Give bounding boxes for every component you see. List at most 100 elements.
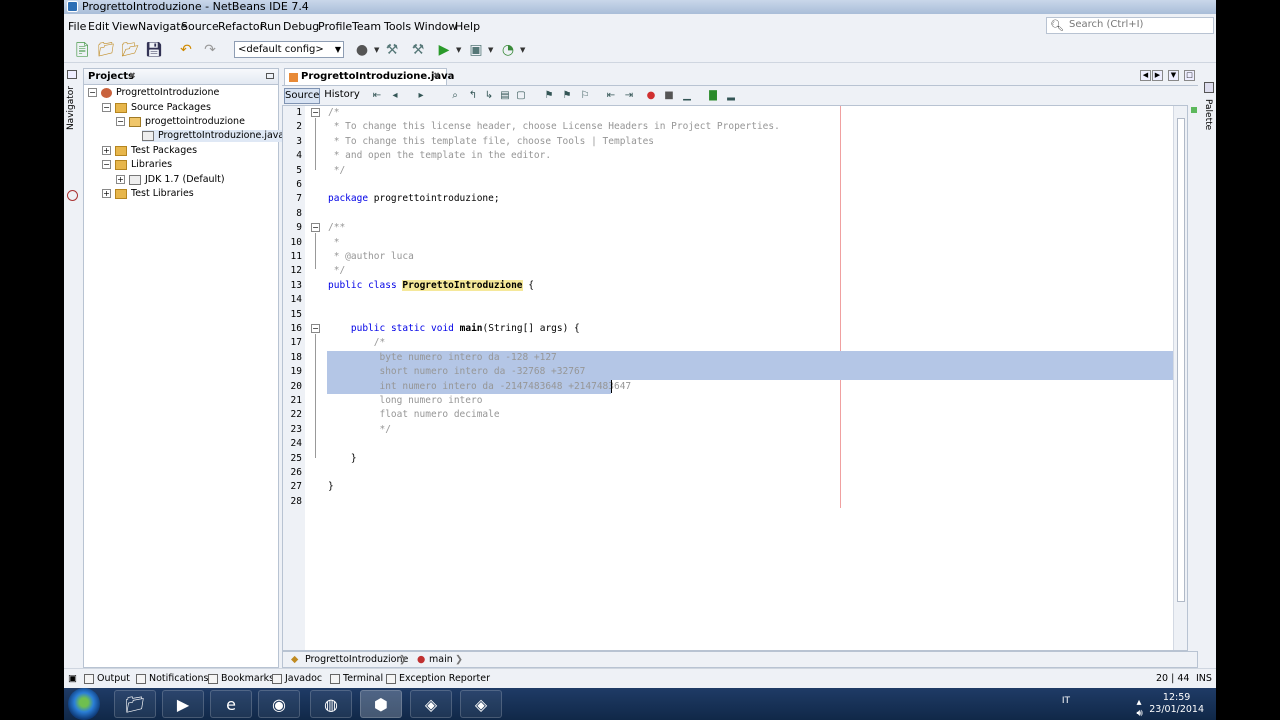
menu-view[interactable]: View bbox=[112, 20, 138, 34]
expand-icon[interactable]: + bbox=[102, 189, 111, 198]
scrollbar-thumb[interactable] bbox=[1177, 118, 1185, 602]
scroll-tabs-left-icon[interactable]: ◀ bbox=[1140, 70, 1151, 81]
expand-icon[interactable]: + bbox=[116, 175, 125, 184]
menu-file[interactable]: File bbox=[68, 20, 86, 34]
menu-debug[interactable]: Debug bbox=[283, 20, 319, 34]
history-button[interactable]: History bbox=[324, 88, 360, 104]
fold-toggle-icon[interactable]: − bbox=[311, 324, 320, 333]
forward-icon[interactable]: ▸ bbox=[414, 89, 428, 103]
fold-toggle-icon[interactable]: − bbox=[311, 108, 320, 117]
breadcrumb-method[interactable]: main bbox=[429, 652, 453, 667]
maximize-icon[interactable]: □ bbox=[1184, 70, 1195, 81]
shift-right-icon[interactable]: ⇥ bbox=[622, 89, 636, 103]
last-edit-icon[interactable]: ⇤ bbox=[370, 89, 384, 103]
debug-icon[interactable]: ▣ bbox=[466, 40, 486, 60]
tree-node-project[interactable]: − ProgrettoIntroduzione bbox=[88, 87, 219, 99]
output-tab[interactable]: Output bbox=[84, 673, 130, 684]
language-indicator[interactable]: IT bbox=[1062, 696, 1070, 706]
new-file-icon[interactable]: 📄︎ bbox=[72, 40, 92, 60]
navigator-tab[interactable]: Navigator bbox=[66, 86, 76, 130]
menu-refactor[interactable]: Refactor bbox=[218, 20, 264, 34]
palette-tab[interactable]: Palette bbox=[1203, 99, 1213, 130]
netbeans-taskbar-icon[interactable]: ⬢ bbox=[360, 690, 402, 718]
toggle-rect-select-icon[interactable]: ▢ bbox=[514, 89, 528, 103]
tray-icons[interactable]: ▴ 🔊︎ ▣ bbox=[1137, 697, 1146, 720]
close-icon[interactable]: ✖ bbox=[433, 71, 440, 80]
chevron-down-icon[interactable]: ▼ bbox=[488, 46, 493, 54]
chevron-down-icon[interactable]: ▼ bbox=[520, 46, 525, 54]
app-taskbar-icon[interactable]: ◈ bbox=[460, 690, 502, 718]
profile-icon[interactable]: ◔ bbox=[498, 40, 518, 60]
scroll-tabs-right-icon[interactable]: ▶ bbox=[1152, 70, 1163, 81]
shift-left-icon[interactable]: ⇤ bbox=[604, 89, 618, 103]
expand-icon[interactable]: + bbox=[102, 146, 111, 155]
config-select[interactable]: <default config> ▼ bbox=[234, 41, 344, 58]
chrome-taskbar-icon[interactable]: ◉ bbox=[258, 690, 300, 718]
build-icon[interactable]: ⚒ bbox=[382, 40, 402, 60]
next-bookmark-icon[interactable]: ⚑ bbox=[560, 89, 574, 103]
app-taskbar-icon[interactable]: ◈ bbox=[410, 690, 452, 718]
media-player-taskbar-icon[interactable]: ▶ bbox=[162, 690, 204, 718]
collapse-icon[interactable]: − bbox=[88, 88, 97, 97]
menu-profile[interactable]: Profile bbox=[318, 20, 352, 34]
prev-bookmark-icon[interactable]: ⚑ bbox=[542, 89, 556, 103]
toggle-highlight-icon[interactable]: ▤ bbox=[498, 89, 512, 103]
find-previous-icon[interactable]: ↰ bbox=[466, 89, 480, 103]
app-taskbar-icon[interactable]: ◍ bbox=[310, 690, 352, 718]
source-button[interactable]: Source bbox=[284, 88, 320, 104]
tree-node-libraries[interactable]: − Libraries bbox=[102, 159, 172, 171]
clean-build-icon[interactable]: ⚒ bbox=[408, 40, 428, 60]
tree-node-test-libraries[interactable]: + Test Libraries bbox=[102, 188, 194, 200]
tab-progrettointroduzione-java[interactable]: ProgrettoIntroduzione.java ✖ bbox=[284, 68, 454, 85]
find-icon[interactable]: ⌕ bbox=[448, 89, 462, 103]
terminal-tab[interactable]: Terminal bbox=[330, 673, 383, 684]
projects-title[interactable]: Projects bbox=[88, 71, 134, 82]
code-editor[interactable]: 1 2 3 4 5 6 7 8 9 10 11 12 13 14 15 16 1… bbox=[282, 105, 1188, 651]
notifications-tab[interactable]: Notifications bbox=[136, 673, 208, 684]
comment-icon[interactable]: ▁ bbox=[680, 89, 694, 103]
find-next-icon[interactable]: ↳ bbox=[482, 89, 496, 103]
menu-navigate[interactable]: Navigate bbox=[138, 20, 187, 34]
open-project-icon[interactable]: 📂︎ bbox=[120, 40, 140, 60]
stop-macro-icon[interactable]: ■ bbox=[662, 89, 676, 103]
tree-node-java-file[interactable]: ProgrettoIntroduzione.java bbox=[142, 130, 289, 142]
toggle-bookmark-icon[interactable]: ⚐ bbox=[578, 89, 592, 103]
fold-toggle-icon[interactable]: − bbox=[311, 223, 320, 232]
menu-source[interactable]: Source bbox=[181, 20, 219, 34]
internet-explorer-taskbar-icon[interactable]: e bbox=[210, 690, 252, 718]
exception-reporter-tab[interactable]: Exception Reporter bbox=[386, 673, 490, 684]
vertical-scrollbar[interactable] bbox=[1173, 106, 1187, 650]
menu-run[interactable]: Run bbox=[260, 20, 281, 34]
menu-team[interactable]: Team bbox=[352, 20, 381, 34]
collapse-icon[interactable]: − bbox=[102, 103, 111, 112]
error-stripe[interactable] bbox=[1190, 105, 1198, 651]
undo-icon[interactable]: ↶ bbox=[176, 40, 196, 60]
status-window-icon[interactable]: ▣ bbox=[68, 673, 77, 684]
bookmarks-tab[interactable]: Bookmarks bbox=[208, 673, 274, 684]
menu-tools[interactable]: Tools bbox=[384, 20, 411, 34]
breadcrumb-class[interactable]: ProgrettoIntroduzione bbox=[305, 652, 408, 667]
search-box[interactable]: 🔍︎ Search (Ctrl+I) bbox=[1046, 17, 1214, 34]
explorer-taskbar-icon[interactable]: 📁︎ bbox=[114, 690, 156, 718]
globe-icon[interactable]: ● bbox=[352, 40, 372, 60]
close-icon[interactable]: ✖ bbox=[129, 71, 136, 80]
menu-help[interactable]: Help bbox=[455, 20, 480, 34]
tree-node-test-packages[interactable]: + Test Packages bbox=[102, 145, 197, 157]
chevron-down-icon[interactable]: ▼ bbox=[374, 46, 379, 54]
tree-node-package[interactable]: − progettointroduzione bbox=[116, 116, 245, 128]
chart-icon[interactable]: ▇ bbox=[706, 89, 720, 103]
tree-node-source-packages[interactable]: − Source Packages bbox=[102, 102, 211, 114]
tree-node-jdk[interactable]: + JDK 1.7 (Default) bbox=[116, 174, 225, 186]
save-all-icon[interactable]: 💾︎ bbox=[144, 40, 164, 60]
uncomment-icon[interactable]: ▂ bbox=[724, 89, 738, 103]
chevron-down-icon[interactable]: ▼ bbox=[456, 46, 461, 54]
collapse-icon[interactable]: − bbox=[102, 160, 111, 169]
show-opened-docs-icon[interactable]: ▼ bbox=[1168, 70, 1179, 81]
start-button[interactable] bbox=[68, 688, 100, 720]
run-icon[interactable]: ▶ bbox=[434, 40, 454, 60]
window-icon[interactable] bbox=[67, 70, 77, 79]
redo-icon[interactable]: ↷ bbox=[200, 40, 220, 60]
javadoc-tab[interactable]: Javadoc bbox=[272, 673, 322, 684]
new-project-icon[interactable]: 📁︎ bbox=[96, 40, 116, 60]
start-macro-icon[interactable]: ● bbox=[644, 89, 658, 103]
